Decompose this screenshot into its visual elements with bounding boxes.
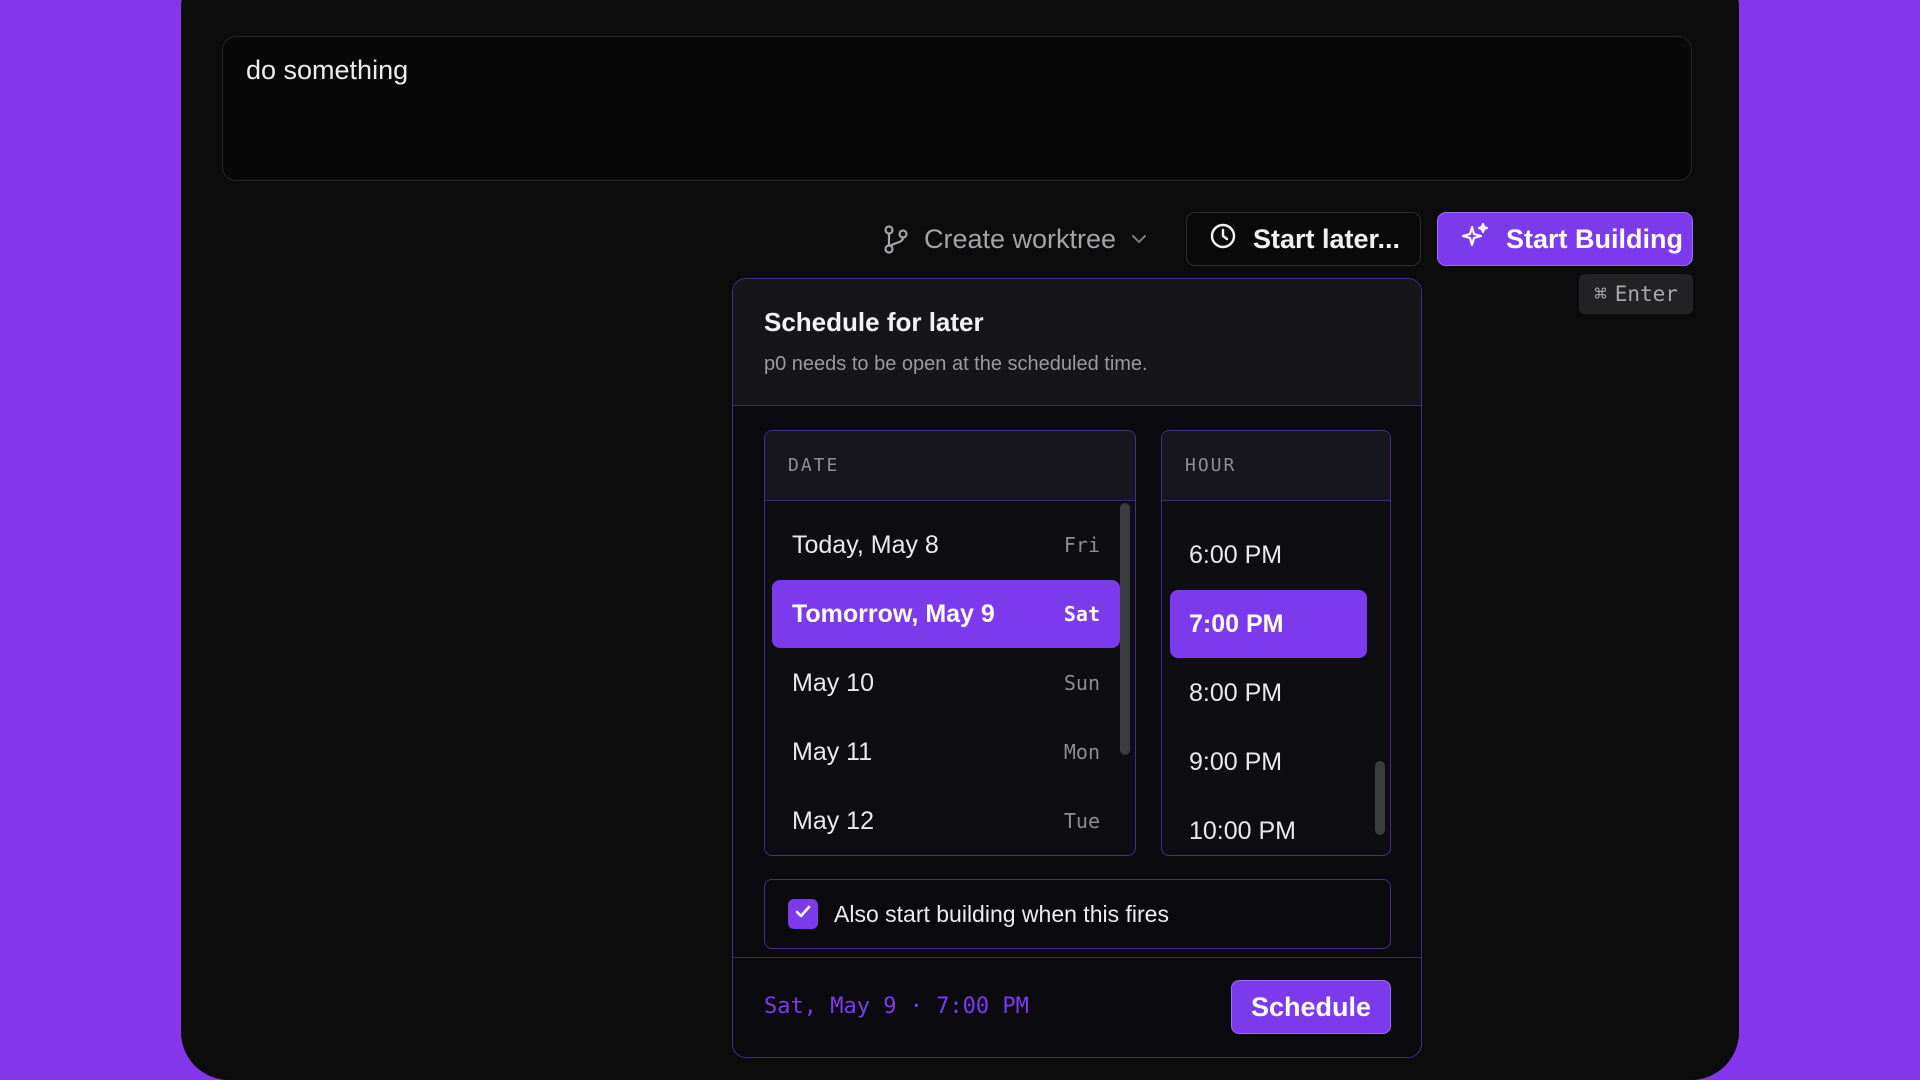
app-window: do something Create worktree Start later… [181,0,1739,1080]
date-option-selected[interactable]: Tomorrow, May 9 Sat [772,580,1120,648]
prompt-text: do something [246,55,409,85]
date-scrollbar[interactable] [1120,503,1130,755]
popover-footer: Sat, May 9 · 7:00 PM Schedule [733,957,1421,1057]
git-branch-icon [882,224,910,254]
date-label: Today, May 8 [792,530,939,559]
sparkles-icon [1460,221,1490,258]
start-building-button[interactable]: Start Building [1437,212,1693,266]
also-build-checkbox[interactable] [788,899,818,929]
hour-scrollbar[interactable] [1375,761,1385,835]
schedule-summary: Sat, May 9 · 7:00 PM [764,994,1029,1019]
date-option[interactable]: May 11 Mon [772,718,1120,786]
date-weekday: Fri [1063,533,1100,557]
date-label: May 10 [792,668,874,697]
clock-icon [1209,222,1237,257]
start-later-button[interactable]: Start later... [1186,212,1421,266]
date-weekday: Sat [1063,602,1100,626]
create-worktree-dropdown[interactable]: Create worktree [882,214,1148,264]
also-build-label: Also start building when this fires [834,900,1169,927]
start-later-label: Start later... [1253,223,1401,254]
keyboard-shortcut-hint: ⌘ Enter [1579,274,1693,314]
schedule-popover: Schedule for later p0 needs to be open a… [732,278,1422,1058]
also-build-option[interactable]: Also start building when this fires [764,879,1391,949]
schedule-button[interactable]: Schedule [1231,980,1391,1034]
hour-option[interactable]: 9:00 PM [1170,728,1367,796]
hour-option[interactable]: 10:00 PM [1170,797,1367,855]
checkmark-icon [793,902,813,927]
date-header: DATE [765,431,1135,501]
popover-title: Schedule for later [764,307,984,337]
hour-header: HOUR [1162,431,1390,501]
date-label: May 12 [792,806,874,835]
date-option[interactable]: May 10 Sun [772,649,1120,717]
date-weekday: Sun [1063,671,1100,695]
hour-option-selected[interactable]: 7:00 PM [1170,590,1367,658]
popover-subtitle: p0 needs to be open at the scheduled tim… [764,353,1148,375]
hour-option[interactable]: 8:00 PM [1170,659,1367,727]
command-key-icon: ⌘ [1594,282,1607,306]
date-column: DATE Today, May 8 Fri Tomorrow, May 9 Sa… [764,430,1136,856]
popover-header: Schedule for later p0 needs to be open a… [733,279,1421,406]
date-weekday: Tue [1063,809,1100,833]
prompt-input[interactable]: do something [222,36,1692,181]
start-building-label: Start Building [1506,223,1683,254]
shortcut-label: Enter [1614,282,1678,306]
date-option[interactable]: Today, May 8 Fri [772,511,1120,579]
date-label: Tomorrow, May 9 [792,599,995,628]
date-option[interactable]: May 12 Tue [772,787,1120,855]
worktree-label: Create worktree [924,223,1117,254]
hour-column: HOUR 6:00 PM 7:00 PM 8:00 PM 9:00 PM 10:… [1161,430,1391,856]
date-label: May 11 [792,737,873,766]
chevron-down-icon [1130,233,1148,245]
hour-option[interactable]: 6:00 PM [1170,521,1367,589]
date-weekday: Mon [1063,740,1100,764]
